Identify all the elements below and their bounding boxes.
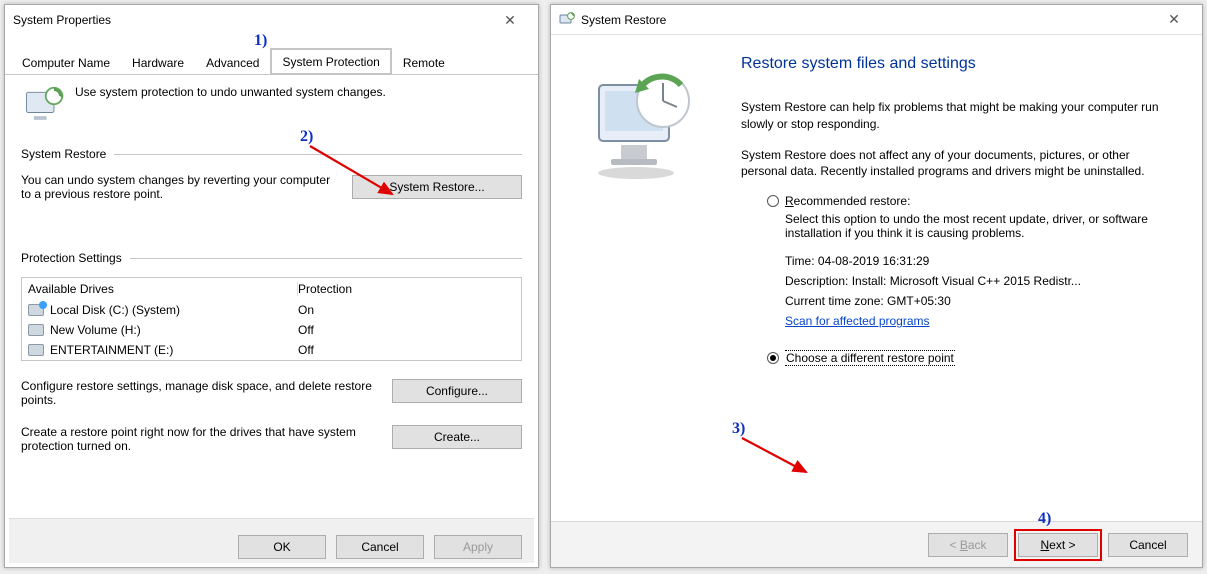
protection-settings-legend: Protection Settings bbox=[21, 251, 122, 265]
drive-icon bbox=[28, 304, 44, 316]
tab-system-protection[interactable]: System Protection bbox=[270, 48, 391, 75]
radio-icon bbox=[767, 352, 779, 364]
table-row[interactable]: Local Disk (C:) (System) On bbox=[22, 300, 521, 320]
protection-icon bbox=[21, 85, 65, 129]
tab-computer-name[interactable]: Computer Name bbox=[11, 50, 121, 74]
col-protection: Protection bbox=[298, 282, 352, 296]
cancel-button[interactable]: Cancel bbox=[1108, 533, 1188, 557]
table-row[interactable]: New Volume (H:) Off bbox=[22, 320, 521, 340]
create-desc: Create a restore point right now for the… bbox=[21, 425, 382, 453]
tab-hardware[interactable]: Hardware bbox=[121, 50, 195, 74]
drive-icon bbox=[28, 324, 44, 336]
ok-button[interactable]: OK bbox=[238, 535, 326, 559]
title-bar: System Properties ✕ bbox=[5, 5, 538, 35]
back-button[interactable]: < Back bbox=[928, 533, 1008, 557]
wizard-p1: System Restore can help fix problems tha… bbox=[741, 99, 1178, 133]
drives-table: Available Drives Protection Local Disk (… bbox=[21, 277, 522, 361]
col-drives: Available Drives bbox=[28, 282, 298, 296]
system-restore-legend: System Restore bbox=[21, 147, 106, 161]
app-icon bbox=[559, 12, 575, 28]
intro-text: Use system protection to undo unwanted s… bbox=[75, 85, 386, 99]
detail-time: Time: 04-08-2019 16:31:29 bbox=[785, 254, 1178, 268]
tabs: Computer Name Hardware Advanced System P… bbox=[5, 47, 538, 75]
tab-content: Use system protection to undo unwanted s… bbox=[5, 75, 538, 457]
configure-button[interactable]: Configure... bbox=[392, 379, 522, 403]
radio-icon bbox=[767, 195, 779, 207]
drive-icon bbox=[28, 344, 44, 356]
cancel-button[interactable]: Cancel bbox=[336, 535, 424, 559]
title-bar: System Restore ✕ bbox=[551, 5, 1202, 35]
next-button[interactable]: Next > bbox=[1018, 533, 1098, 557]
tab-remote[interactable]: Remote bbox=[392, 50, 456, 74]
system-restore-window: System Restore ✕ Restore system files an… bbox=[550, 4, 1203, 568]
recommended-desc: Select this option to undo the most rece… bbox=[767, 212, 1178, 240]
choose-different-label: Choose a different restore point bbox=[785, 350, 955, 366]
radio-recommended[interactable]: Recommended restore: bbox=[767, 194, 1178, 208]
system-properties-window: System Properties ✕ Computer Name Hardwa… bbox=[4, 4, 539, 568]
window-title: System Restore bbox=[581, 13, 666, 27]
restore-illustration-icon bbox=[581, 65, 701, 185]
tab-advanced[interactable]: Advanced bbox=[195, 50, 270, 74]
wizard-p2: System Restore does not affect any of yo… bbox=[741, 147, 1178, 181]
system-restore-button[interactable]: System Restore... bbox=[352, 175, 522, 199]
window-title: System Properties bbox=[13, 13, 111, 27]
configure-desc: Configure restore settings, manage disk … bbox=[21, 379, 382, 407]
detail-description: Description: Install: Microsoft Visual C… bbox=[785, 274, 1178, 288]
scan-affected-link[interactable]: Scan for affected programs bbox=[785, 314, 930, 328]
dialog-buttons: OK Cancel Apply bbox=[9, 518, 534, 563]
wizard-footer: < Back Next > Cancel bbox=[551, 521, 1202, 567]
wizard-heading: Restore system files and settings bbox=[741, 55, 1178, 73]
close-icon[interactable]: ✕ bbox=[1154, 11, 1194, 28]
table-row[interactable]: ENTERTAINMENT (E:) Off bbox=[22, 340, 521, 360]
apply-button[interactable]: Apply bbox=[434, 535, 522, 559]
create-button[interactable]: Create... bbox=[392, 425, 522, 449]
wizard-sidebar bbox=[551, 35, 731, 521]
system-restore-desc: You can undo system changes by reverting… bbox=[21, 173, 340, 201]
wizard-content: Restore system files and settings System… bbox=[731, 35, 1202, 521]
detail-timezone: Current time zone: GMT+05:30 bbox=[785, 294, 1178, 308]
close-icon[interactable]: ✕ bbox=[490, 12, 530, 29]
radio-choose-different[interactable]: Choose a different restore point bbox=[767, 350, 1178, 366]
